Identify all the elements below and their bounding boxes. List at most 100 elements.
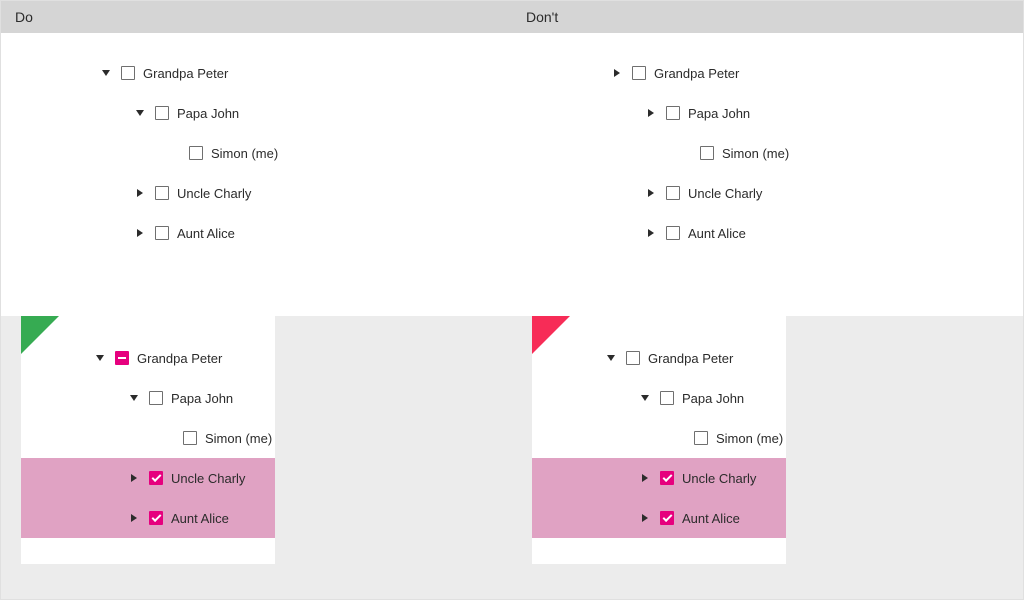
tree-node-label: Simon (me) bbox=[722, 146, 789, 161]
tree-node-label: Papa John bbox=[682, 391, 744, 406]
tree-node[interactable]: Simon (me) bbox=[572, 133, 983, 173]
check-icon bbox=[151, 512, 161, 522]
tree-node-label: Simon (me) bbox=[211, 146, 278, 161]
checkbox[interactable] bbox=[660, 471, 674, 485]
chevron-right-icon[interactable] bbox=[129, 229, 151, 237]
checkbox[interactable] bbox=[632, 66, 646, 80]
tree-card: Grandpa Peter Papa John Simon (me) Uncle Ch… bbox=[532, 316, 786, 564]
tree-node-label: Uncle Charly bbox=[177, 186, 251, 201]
checkbox[interactable] bbox=[626, 351, 640, 365]
tree-node[interactable]: Grandpa Peter bbox=[61, 53, 472, 93]
tree-node[interactable]: Papa John bbox=[21, 378, 275, 418]
checkbox[interactable] bbox=[155, 186, 169, 200]
tree-node[interactable]: Papa John bbox=[61, 93, 472, 133]
checkbox[interactable] bbox=[694, 431, 708, 445]
checkbox[interactable] bbox=[660, 511, 674, 525]
tree-node-label: Papa John bbox=[177, 106, 239, 121]
check-icon bbox=[662, 512, 672, 522]
tree: Grandpa Peter Papa John Simon (me) Uncle Ch… bbox=[572, 53, 983, 253]
bad-corner-icon bbox=[532, 316, 570, 354]
chevron-right-icon[interactable] bbox=[123, 514, 145, 522]
checkbox[interactable] bbox=[189, 146, 203, 160]
cell-do-bottom: Grandpa Peter Papa John Simon (me) Uncle Ch… bbox=[1, 316, 512, 599]
tree-node[interactable]: Grandpa Peter bbox=[572, 53, 983, 93]
chevron-down-icon[interactable] bbox=[634, 395, 656, 401]
tree-node[interactable]: Uncle Charly bbox=[21, 458, 275, 498]
chevron-right-icon[interactable] bbox=[640, 229, 662, 237]
chevron-down-icon[interactable] bbox=[123, 395, 145, 401]
chevron-right-icon[interactable] bbox=[634, 474, 656, 482]
chevron-right-icon[interactable] bbox=[640, 189, 662, 197]
checkbox[interactable] bbox=[183, 431, 197, 445]
cell-dont-top: Grandpa Peter Papa John Simon (me) Uncle Ch… bbox=[512, 33, 1023, 316]
tree: Grandpa Peter Papa John Simon (me) Uncle Ch… bbox=[532, 338, 786, 538]
example-row-2: Grandpa Peter Papa John Simon (me) Uncle Ch… bbox=[1, 316, 1023, 599]
mixed-icon bbox=[118, 357, 126, 359]
tree-node[interactable]: Grandpa Peter bbox=[21, 338, 275, 378]
good-corner-icon bbox=[21, 316, 59, 354]
header-row: Do Don't bbox=[1, 1, 1023, 33]
checkbox[interactable] bbox=[149, 391, 163, 405]
tree-node[interactable]: Papa John bbox=[532, 378, 786, 418]
checkbox[interactable] bbox=[155, 106, 169, 120]
chevron-down-icon[interactable] bbox=[95, 70, 117, 76]
checkbox[interactable] bbox=[115, 351, 129, 365]
checkbox[interactable] bbox=[149, 471, 163, 485]
tree-node[interactable]: Aunt Alice bbox=[572, 213, 983, 253]
tree-node-label: Papa John bbox=[171, 391, 233, 406]
checkbox[interactable] bbox=[700, 146, 714, 160]
tree-node-label: Uncle Charly bbox=[682, 471, 756, 486]
checkbox[interactable] bbox=[155, 226, 169, 240]
tree-node-label: Aunt Alice bbox=[682, 511, 740, 526]
chevron-right-icon[interactable] bbox=[606, 69, 628, 77]
checkbox[interactable] bbox=[121, 66, 135, 80]
tree-node[interactable]: Uncle Charly bbox=[572, 173, 983, 213]
tree: Grandpa Peter Papa John Simon (me) Uncle Ch… bbox=[61, 53, 472, 253]
tree-card: Grandpa Peter Papa John Simon (me) Uncle Ch… bbox=[1, 33, 512, 273]
chevron-right-icon[interactable] bbox=[640, 109, 662, 117]
header-do: Do bbox=[1, 1, 512, 33]
chevron-right-icon[interactable] bbox=[129, 189, 151, 197]
tree-card: Grandpa Peter Papa John Simon (me) Uncle Ch… bbox=[21, 316, 275, 564]
tree-node-label: Aunt Alice bbox=[171, 511, 229, 526]
tree-node-label: Grandpa Peter bbox=[143, 66, 228, 81]
tree-node-label: Simon (me) bbox=[716, 431, 783, 446]
checkbox[interactable] bbox=[666, 106, 680, 120]
tree-node[interactable]: Uncle Charly bbox=[532, 458, 786, 498]
checkbox[interactable] bbox=[666, 226, 680, 240]
tree-node[interactable]: Uncle Charly bbox=[61, 173, 472, 213]
tree-node-label: Aunt Alice bbox=[177, 226, 235, 241]
checkbox[interactable] bbox=[149, 511, 163, 525]
tree-node[interactable]: Aunt Alice bbox=[21, 498, 275, 538]
tree-node-label: Uncle Charly bbox=[171, 471, 245, 486]
tree-node[interactable]: Simon (me) bbox=[532, 418, 786, 458]
chevron-down-icon[interactable] bbox=[600, 355, 622, 361]
tree-node-label: Papa John bbox=[688, 106, 750, 121]
chevron-down-icon[interactable] bbox=[89, 355, 111, 361]
tree-node[interactable]: Aunt Alice bbox=[532, 498, 786, 538]
tree-node[interactable]: Papa John bbox=[572, 93, 983, 133]
tree: Grandpa Peter Papa John Simon (me) Uncle Ch… bbox=[21, 338, 275, 538]
chevron-right-icon[interactable] bbox=[123, 474, 145, 482]
cell-do-top: Grandpa Peter Papa John Simon (me) Uncle Ch… bbox=[1, 33, 512, 316]
tree-node[interactable]: Aunt Alice bbox=[61, 213, 472, 253]
cell-dont-bottom: Grandpa Peter Papa John Simon (me) Uncle Ch… bbox=[512, 316, 1023, 599]
example-row-1: Grandpa Peter Papa John Simon (me) Uncle Ch… bbox=[1, 33, 1023, 316]
tree-node-label: Simon (me) bbox=[205, 431, 272, 446]
tree-node[interactable]: Simon (me) bbox=[21, 418, 275, 458]
tree-node[interactable]: Simon (me) bbox=[61, 133, 472, 173]
tree-node-label: Uncle Charly bbox=[688, 186, 762, 201]
checkbox[interactable] bbox=[666, 186, 680, 200]
check-icon bbox=[662, 472, 672, 482]
guideline-table: Do Don't Grandpa Peter Papa John Simon (me… bbox=[0, 0, 1024, 600]
tree-node-label: Grandpa Peter bbox=[654, 66, 739, 81]
chevron-right-icon[interactable] bbox=[634, 514, 656, 522]
tree-node-label: Grandpa Peter bbox=[137, 351, 222, 366]
tree-node-label: Grandpa Peter bbox=[648, 351, 733, 366]
tree-node[interactable]: Grandpa Peter bbox=[532, 338, 786, 378]
chevron-down-icon[interactable] bbox=[129, 110, 151, 116]
checkbox[interactable] bbox=[660, 391, 674, 405]
tree-node-label: Aunt Alice bbox=[688, 226, 746, 241]
header-dont: Don't bbox=[512, 1, 1023, 33]
check-icon bbox=[151, 472, 161, 482]
